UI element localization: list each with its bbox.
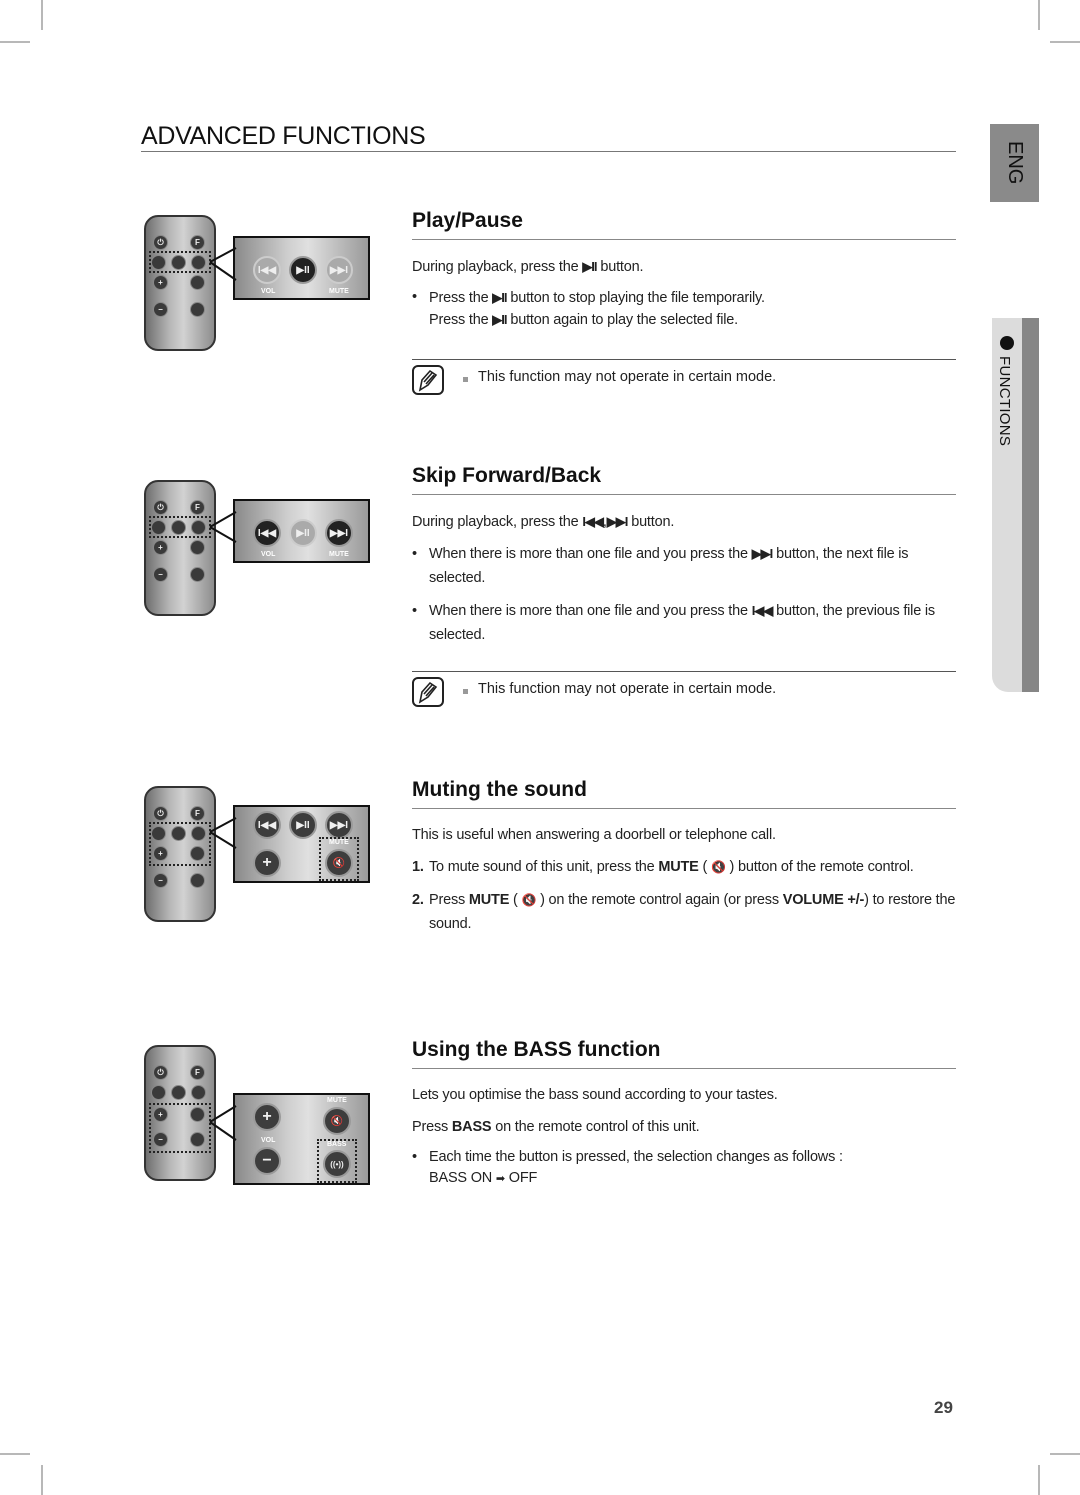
text: ( [509, 892, 522, 908]
step-number: 2. [412, 892, 424, 908]
step-item: 2. Press MUTE ( 🔇 ) on the remote contro… [412, 888, 956, 936]
bold-text: BASS [451, 1119, 492, 1135]
note-pencil-icon [412, 365, 444, 395]
section-lead: During playback, press the I◀◀,▶▶I butto… [412, 511, 956, 533]
bold-text: MUTE [468, 892, 510, 908]
mute-icon: 🔇 [710, 860, 726, 874]
text: Press the [429, 312, 493, 328]
text: When there is more than one file and you… [429, 546, 752, 562]
text: OFF [504, 1170, 538, 1186]
text: To mute sound of this unit, press the [429, 859, 659, 875]
step-number: 1. [412, 859, 424, 875]
note-divider [412, 359, 956, 360]
section-skip: Skip Forward/Back During playback, press… [412, 464, 956, 709]
section-heading: Skip Forward/Back [412, 464, 956, 495]
text: button. [596, 259, 644, 275]
note: This function may not operate in certain… [412, 359, 956, 397]
crop-mark [1050, 1453, 1080, 1455]
play-pause-icon: ▶II [582, 259, 597, 274]
mute-icon: 🔇 [521, 893, 537, 907]
text: on the remote control of this unit. [491, 1119, 700, 1135]
bold-text: MUTE [658, 859, 699, 875]
section-lead: This is useful when answering a doorbell… [412, 827, 776, 843]
instruction: Press BASS on the remote control of this… [412, 1117, 956, 1138]
note-bullet-icon [463, 377, 468, 382]
section-lead: Lets you optimise the bass sound accordi… [412, 1087, 778, 1103]
section-muting: Muting the sound This is useful when ans… [412, 778, 956, 936]
next-icon: ▶▶I [751, 546, 774, 561]
note-pencil-icon [412, 677, 444, 707]
text: ) button of the remote control. [725, 859, 914, 875]
text: During playback, press the [412, 514, 583, 530]
note-divider [412, 671, 956, 672]
step-item: 1. To mute sound of this unit, press the… [412, 855, 956, 879]
bullet-item: Press the ▶II button to stop playing the… [412, 287, 956, 331]
text: During playback, press the [412, 259, 583, 275]
text: When there is more than one file and you… [429, 603, 752, 619]
bullet-item: Each time the button is pressed, the sel… [412, 1147, 956, 1190]
section-heading: Using the BASS function [412, 1038, 956, 1069]
text: button. [627, 514, 675, 530]
bold-text: VOLUME +/- [782, 892, 865, 908]
section-play-pause: Play/Pause During playback, press the ▶I… [412, 209, 956, 397]
note: This function may not operate in certain… [412, 671, 956, 709]
text: Press [429, 892, 469, 908]
section-heading: Muting the sound [412, 778, 956, 809]
prev-icon: I◀◀ [751, 603, 774, 618]
section-bass: Using the BASS function Lets you optimis… [412, 1038, 956, 1190]
next-icon: ▶▶I [606, 514, 629, 529]
prev-icon: I◀◀ [582, 514, 604, 529]
crop-mark [0, 1453, 30, 1455]
section-lead: During playback, press the ▶II button. [412, 256, 956, 278]
bullet-item: When there is more than one file and you… [412, 542, 956, 590]
text: button to stop playing the file temporar… [506, 290, 765, 306]
text: Press [412, 1119, 452, 1135]
bullet-item: When there is more than one file and you… [412, 599, 956, 647]
note-text: This function may not operate in certain… [478, 681, 777, 697]
page-number: 29 [934, 1398, 953, 1417]
note-text: This function may not operate in certain… [478, 369, 777, 385]
text: BASS ON [429, 1170, 496, 1186]
crop-mark [1038, 1465, 1040, 1495]
text: button again to play the selected file. [506, 312, 738, 328]
text: ) on the remote control again (or press [536, 892, 783, 908]
crop-mark [41, 1465, 43, 1495]
text: Each time the button is pressed, the sel… [429, 1149, 843, 1165]
text: ( [698, 859, 711, 875]
section-heading: Play/Pause [412, 209, 956, 240]
play-pause-icon: ▶II [492, 290, 507, 305]
play-pause-icon: ▶II [492, 312, 507, 327]
arrow-right-icon: ➡ [495, 1173, 505, 1185]
text: Press the [429, 290, 493, 306]
note-bullet-icon [463, 689, 468, 694]
